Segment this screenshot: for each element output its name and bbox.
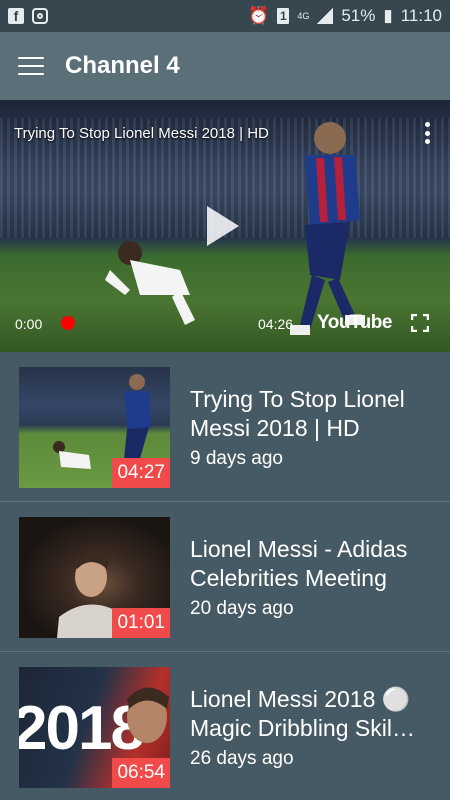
list-item[interactable]: 04:27 Trying To Stop Lionel Messi 2018 |… <box>0 352 450 502</box>
video-date: 20 days ago <box>190 598 294 619</box>
page-title: Channel 4 <box>65 52 180 79</box>
video-title: Lionel Messi - Adidas Celebrities Meetin… <box>190 536 408 591</box>
network-type-label: 4G <box>297 10 310 21</box>
video-duration: 04:26 <box>258 316 294 332</box>
duration-badge: 06:54 <box>112 758 170 788</box>
current-time: 0:00 <box>15 316 43 332</box>
fullscreen-icon[interactable] <box>411 314 429 332</box>
status-bar: f ⏰ 1 4G 51% ▮ 11:10 <box>0 0 450 32</box>
battery-icon: ▮ <box>383 6 393 25</box>
video-thumbnail[interactable]: 01:01 <box>19 517 170 638</box>
video-player[interactable]: Trying To Stop Lionel Messi 2018 | HD 0:… <box>0 100 450 352</box>
notification-count-badge: 1 <box>277 8 290 24</box>
battery-percent: 51% <box>341 6 376 25</box>
video-title: Lionel Messi 2018 ⚪ Magic Dribbling Skil… <box>190 686 415 741</box>
signal-icon <box>317 8 334 24</box>
youtube-logo[interactable]: YouTube <box>317 312 392 334</box>
video-date: 9 days ago <box>190 448 283 469</box>
app-bar: Channel 4 <box>0 32 450 100</box>
list-item[interactable]: 2018 06:54 Lionel Messi 2018 ⚪ Magic Dri… <box>0 652 450 800</box>
alarm-icon: ⏰ <box>248 6 270 25</box>
facebook-notification-icon: f <box>8 8 24 24</box>
clock: 11:10 <box>400 6 442 25</box>
more-options-icon[interactable] <box>424 122 430 144</box>
duration-badge: 01:01 <box>112 608 170 638</box>
video-thumbnail[interactable]: 2018 06:54 <box>19 667 170 788</box>
duration-badge: 04:27 <box>112 458 170 488</box>
menu-icon[interactable] <box>18 57 44 75</box>
video-date: 26 days ago <box>190 748 294 769</box>
seek-handle[interactable] <box>61 316 75 330</box>
list-item[interactable]: 01:01 Lionel Messi - Adidas Celebrities … <box>0 502 450 652</box>
player-title: Trying To Stop Lionel Messi 2018 | HD <box>14 125 269 142</box>
video-list: 04:27 Trying To Stop Lionel Messi 2018 |… <box>0 352 450 800</box>
play-icon[interactable] <box>207 206 239 246</box>
instagram-notification-icon <box>32 8 48 24</box>
video-frame-player-white <box>105 241 195 325</box>
video-thumbnail[interactable]: 04:27 <box>19 367 170 488</box>
video-title: Trying To Stop Lionel Messi 2018 | HD <box>190 386 405 441</box>
